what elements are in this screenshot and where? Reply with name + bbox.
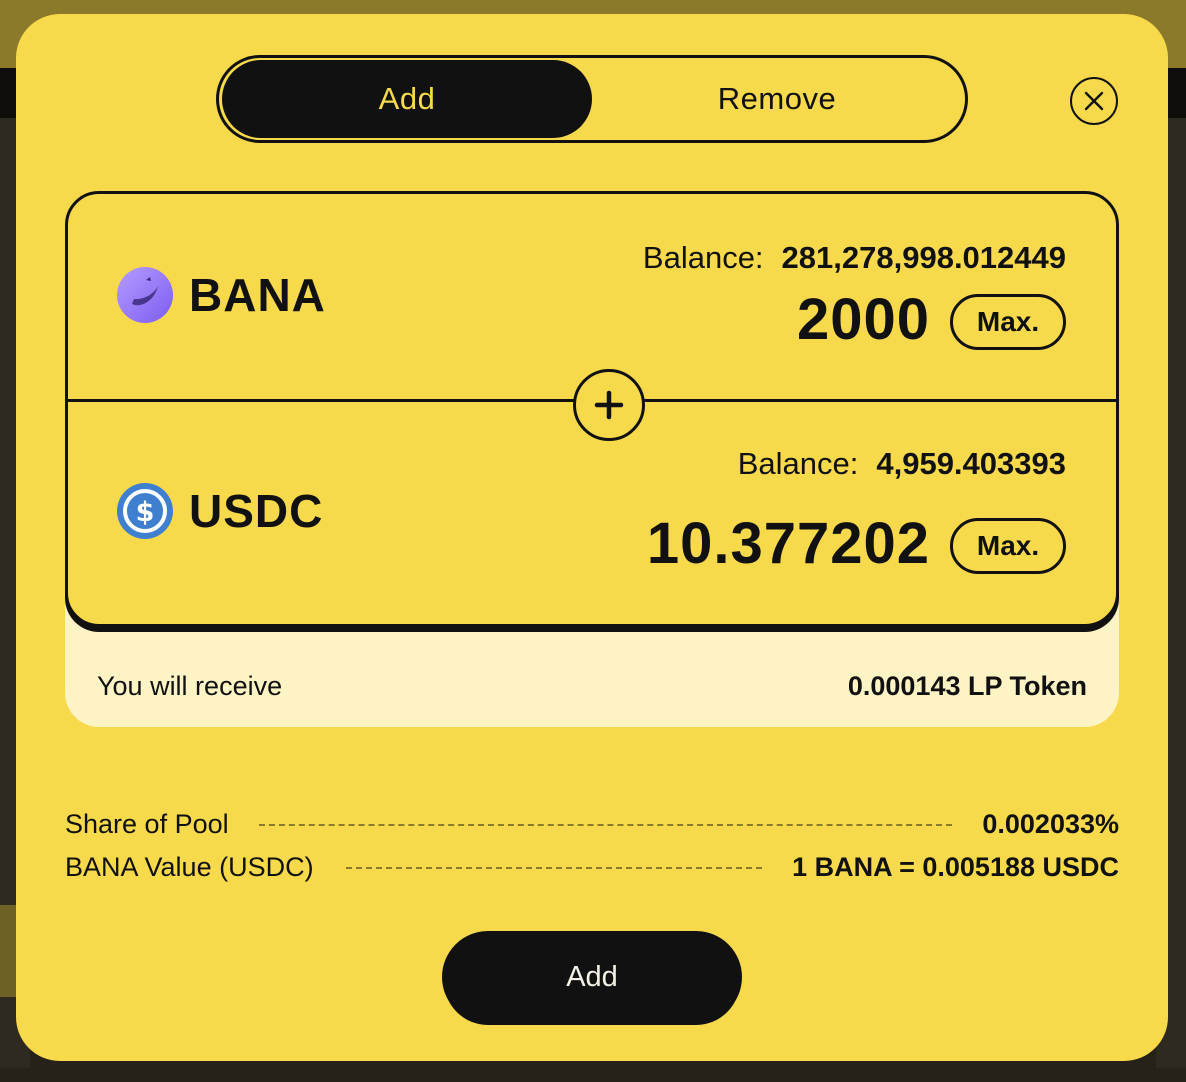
balance-value: 281,278,998.012449 (781, 240, 1066, 275)
add-button-label: Add (566, 960, 618, 993)
price-value: 1 BANA = 0.005188 USDC (792, 852, 1119, 882)
token-input-card: BANA Balance: 281,278,998.012449 2000 Ma… (65, 191, 1119, 627)
dotted-leader (258, 823, 953, 826)
add-remove-tabs: Add Remove (216, 55, 968, 143)
price-label: BANA Value (USDC) (65, 852, 314, 882)
close-button[interactable] (1070, 77, 1118, 125)
liquidity-modal: Add Remove BANA Balance: 281,278,998.012… (16, 14, 1168, 1061)
tab-add[interactable]: Add (222, 60, 592, 138)
token-a-amount-input[interactable]: 2000 (797, 286, 930, 353)
svg-text:$: $ (136, 497, 155, 528)
token-b-symbol: USDC (189, 485, 324, 537)
share-of-pool-row: Share of Pool 0.002033% (65, 809, 1119, 840)
token-a-max-button[interactable]: Max. (950, 294, 1066, 350)
receive-summary: You will receive 0.000143 LP Token (97, 671, 1087, 702)
balance-value: 4,959.403393 (876, 446, 1066, 481)
token-a-balance: Balance: 281,278,998.012449 (643, 240, 1066, 276)
balance-label: Balance: (642, 240, 764, 275)
tab-remove[interactable]: Remove (592, 60, 962, 138)
share-value: 0.002033% (982, 809, 1119, 839)
token-b-row: $ USDC Balance: 4,959.403393 10.377202 M… (68, 402, 1116, 602)
bana-token-icon (117, 267, 173, 323)
token-input-panel: BANA Balance: 281,278,998.012449 2000 Ma… (65, 191, 1119, 727)
token-b-amount-input[interactable]: 10.377202 (647, 510, 930, 577)
receive-value: 0.000143 LP Token (847, 671, 1087, 701)
share-label: Share of Pool (65, 809, 229, 839)
dotted-leader (345, 866, 763, 869)
add-liquidity-button[interactable]: Add (444, 933, 740, 1021)
balance-label: Balance: (737, 446, 859, 481)
token-b-max-button[interactable]: Max. (950, 518, 1066, 574)
price-row: BANA Value (USDC) 1 BANA = 0.005188 USDC (65, 852, 1119, 883)
receive-label: You will receive (97, 671, 283, 701)
token-a-row: BANA Balance: 281,278,998.012449 2000 Ma… (68, 194, 1116, 394)
usdc-token-icon: $ (117, 483, 173, 539)
close-icon (1084, 91, 1104, 111)
token-b-balance: Balance: 4,959.403393 (738, 446, 1066, 482)
token-a-symbol: BANA (189, 269, 326, 321)
